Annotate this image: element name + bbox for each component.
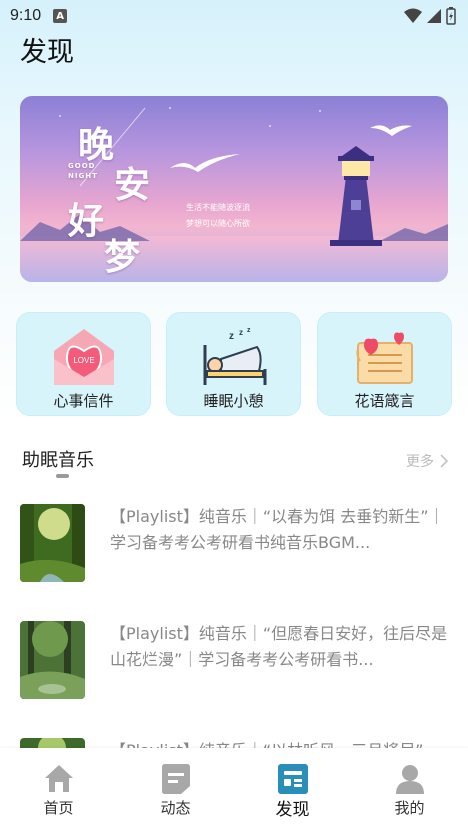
banner-title: 晚 安 好 梦 GOOD NIGHT (68, 112, 178, 278)
sleep-bed-icon: z z z (203, 327, 267, 385)
banner-title-char: 晚 (78, 124, 115, 166)
notification-icon: A (53, 9, 68, 23)
status-bar: 9:10 A (0, 0, 468, 32)
chevron-right-icon (440, 454, 448, 468)
quick-entry-label: 花语箴言 (354, 392, 415, 410)
home-icon (45, 765, 73, 792)
section-title: 助眠音乐 (22, 450, 94, 471)
svg-text:z: z (229, 331, 234, 342)
status-indicators (404, 7, 456, 25)
status-time: 9:10 (10, 7, 42, 24)
banner-subtitle-line: 生活不能随波逐流 (186, 203, 250, 212)
love-letter-icon: LOVE (54, 329, 114, 385)
banner[interactable]: 晚 安 好 梦 GOOD NIGHT 生活不能随波逐流 梦想可以随心所欲 (20, 96, 448, 282)
quick-entry-letters[interactable]: LOVE 心事信件 (16, 312, 151, 416)
music-list-item[interactable]: 【Playlist】纯音乐｜“但愿春日安好，往后尽是山花烂漫”｜学习备考考公考研… (20, 621, 450, 701)
nav-label: 首页 (43, 799, 74, 817)
nav-home[interactable]: 首页 (0, 748, 117, 832)
svg-text:z: z (239, 328, 243, 337)
nav-profile[interactable]: 我的 (351, 748, 468, 832)
signal-icon (427, 9, 441, 23)
quick-entry-flowers[interactable]: 花语箴言 (317, 312, 452, 416)
battery-icon (446, 7, 456, 25)
wifi-icon (404, 8, 422, 23)
banner-title-char: 安 (114, 164, 151, 206)
feed-icon (162, 764, 190, 794)
quick-entry-sleep[interactable]: z z z 睡眠小憩 (166, 312, 301, 416)
love-badge: LOVE (73, 356, 94, 365)
svg-text:z: z (247, 327, 251, 334)
music-thumbnail (20, 504, 85, 582)
more-link[interactable]: 更多 (406, 451, 448, 471)
quick-entry-row: LOVE 心事信件 z z z 睡眠小憩 花语箴言 (16, 312, 452, 416)
quick-entry-label: 心事信件 (53, 392, 114, 410)
banner-subtitle-line: 梦想可以随心所欲 (186, 219, 250, 228)
nav-label: 动态 (160, 799, 191, 817)
music-thumbnail (20, 621, 85, 699)
banner-good-night: GOOD (68, 162, 96, 170)
page-title: 发现 (20, 37, 74, 68)
music-title: 【Playlist】纯音乐｜“以春为饵 去垂钓新生”｜学习备考考公考研看书纯音乐… (110, 507, 445, 552)
banner-title-char: 梦 (104, 236, 141, 278)
nav-discover[interactable]: 发现 (234, 748, 351, 832)
nav-label: 我的 (394, 799, 425, 817)
nav-label: 发现 (275, 800, 310, 820)
section-indicator (56, 474, 69, 478)
nav-feed[interactable]: 动态 (117, 748, 234, 832)
banner-title-char: 好 (68, 200, 105, 242)
discover-icon (278, 764, 308, 794)
bottom-nav: 首页 动态 发现 我的 (0, 748, 468, 832)
scroll-hearts-icon (356, 332, 413, 384)
banner-subtitle: 生活不能随波逐流 梦想可以随心所欲 (186, 200, 250, 232)
profile-icon (396, 765, 424, 794)
more-label: 更多 (406, 454, 434, 470)
banner-good-night: NIGHT (68, 172, 98, 180)
quick-entry-label: 睡眠小憩 (203, 392, 264, 410)
music-list-item[interactable]: 【Playlist】纯音乐｜“以春为饵 去垂钓新生”｜学习备考考公考研看书纯音乐… (20, 504, 450, 584)
music-title: 【Playlist】纯音乐｜“但愿春日安好，往后尽是山花烂漫”｜学习备考考公考研… (110, 624, 448, 669)
